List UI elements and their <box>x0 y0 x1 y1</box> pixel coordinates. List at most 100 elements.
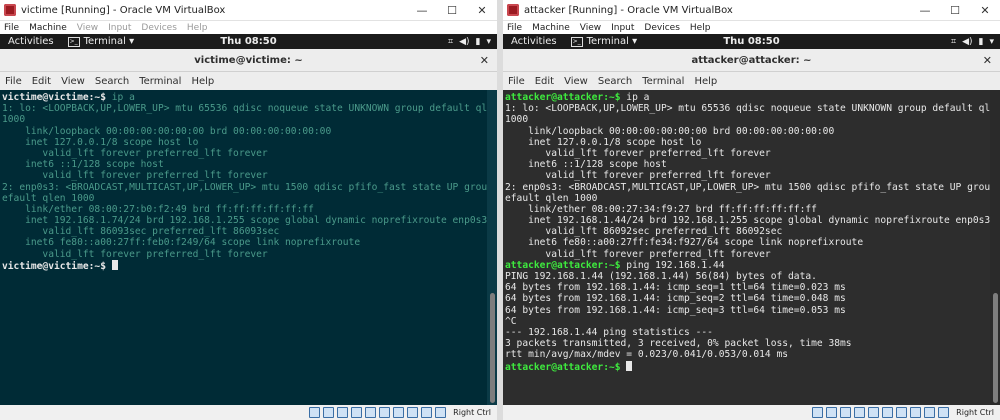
vm-menubar: File Machine View Input Devices Help <box>503 21 1000 34</box>
hdd-icon[interactable] <box>812 407 824 418</box>
term-menu-view[interactable]: View <box>61 76 85 87</box>
vm-menu-help[interactable]: Help <box>690 23 711 33</box>
term-menu-view[interactable]: View <box>564 76 588 87</box>
terminal-line: link/ether 08:00:27:34:f9:27 brd ff:ff:f… <box>505 204 988 215</box>
system-tray[interactable]: ⌗ ◀) ▮ ▾ <box>448 37 491 47</box>
window-titlebar[interactable]: attacker [Running] - Oracle VM VirtualBo… <box>503 0 1000 21</box>
vm-menu-file[interactable]: File <box>507 23 522 33</box>
close-icon[interactable]: ✕ <box>467 4 497 17</box>
terminal-text: 2: enp0s3: <BROADCAST,MULTICAST,UP,LOWER… <box>2 181 487 193</box>
display-icon[interactable] <box>393 407 405 418</box>
terminal-text: valid_lft forever preferred_lft forever <box>2 170 268 182</box>
terminal-line: PING 192.168.1.44 (192.168.1.44) 56(84) … <box>505 271 988 282</box>
terminal-text: ^C <box>505 315 517 327</box>
term-menu-file[interactable]: File <box>508 76 525 87</box>
terminal-text: valid_lft forever preferred_lft forever <box>505 248 771 260</box>
terminal-text: inet 192.168.1.44/24 brd 192.168.1.255 s… <box>505 215 990 227</box>
term-menu-help[interactable]: Help <box>191 76 214 87</box>
terminal-output[interactable]: victime@victime:~$ ip a 1: lo: <LOOPBACK,… <box>0 90 487 405</box>
volume-icon: ◀) <box>962 36 973 47</box>
shared-folders-icon[interactable] <box>379 407 391 418</box>
network-adapter-icon[interactable] <box>351 407 363 418</box>
term-menu-terminal[interactable]: Terminal <box>139 76 181 87</box>
shared-folders-icon[interactable] <box>882 407 894 418</box>
cpu-icon[interactable] <box>924 407 936 418</box>
close-icon[interactable]: ✕ <box>480 54 489 67</box>
display-icon[interactable] <box>896 407 908 418</box>
vm-menu-machine[interactable]: Machine <box>532 23 570 33</box>
close-icon[interactable]: ✕ <box>970 4 1000 17</box>
vm-menu-input[interactable]: Input <box>611 23 634 33</box>
battery-icon: ▮ <box>475 36 481 47</box>
term-menu-edit[interactable]: Edit <box>535 76 554 87</box>
host-key-label: Right Ctrl <box>956 408 994 417</box>
terminal-titlebar[interactable]: attacker@attacker: ~ ✕ <box>503 49 1000 72</box>
activities-button[interactable]: Activities <box>511 36 557 47</box>
audio-icon[interactable] <box>840 407 852 418</box>
optical-drive-icon[interactable] <box>826 407 838 418</box>
vm-menubar: File Machine View Input Devices Help <box>0 21 497 34</box>
vm-menu-devices[interactable]: Devices <box>644 23 679 33</box>
terminal-text: inet6 ::1/128 scope host <box>2 159 164 171</box>
minimize-icon[interactable]: — <box>910 4 940 17</box>
terminal-text: 2: enp0s3: <BROADCAST,MULTICAST,UP,LOWER… <box>505 181 990 193</box>
vm-menu-view[interactable]: View <box>77 23 98 33</box>
terminal-text: link/ether 08:00:27:34:f9:27 brd ff:ff:f… <box>505 203 817 215</box>
vm-menu-view[interactable]: View <box>580 23 601 33</box>
term-menu-search[interactable]: Search <box>598 76 632 87</box>
close-icon[interactable]: ✕ <box>983 54 992 67</box>
term-menu-file[interactable]: File <box>5 76 22 87</box>
usb-icon[interactable] <box>868 407 880 418</box>
system-tray[interactable]: ⌗ ◀) ▮ ▾ <box>951 37 994 47</box>
terminal-line: link/ether 08:00:27:b0:f2:49 brd ff:ff:f… <box>2 204 485 215</box>
gnome-top-bar: Activities >_ Terminal ▾ Thu 08:50 ⌗ ◀) … <box>0 34 497 49</box>
window-titlebar[interactable]: victime [Running] - Oracle VM VirtualBox… <box>0 0 497 21</box>
scrollbar-thumb[interactable] <box>993 293 998 403</box>
vm-menu-devices[interactable]: Devices <box>141 23 176 33</box>
terminal-text: valid_lft forever preferred_lft forever <box>505 147 771 159</box>
terminal-line: inet 127.0.0.1/8 scope host lo <box>505 137 988 148</box>
minimize-icon[interactable]: — <box>407 4 437 17</box>
scrollbar[interactable] <box>990 90 1000 405</box>
clock[interactable]: Thu 08:50 <box>220 36 276 47</box>
terminal-text: valid_lft 86092sec preferred_lft 86092se… <box>505 226 783 238</box>
terminal-titlebar[interactable]: victime@victime: ~ ✕ <box>0 49 497 72</box>
term-menu-terminal[interactable]: Terminal <box>642 76 684 87</box>
term-menu-help[interactable]: Help <box>694 76 717 87</box>
vm-menu-machine[interactable]: Machine <box>29 23 67 33</box>
term-menu-search[interactable]: Search <box>95 76 129 87</box>
terminal-app-menu[interactable]: >_ Terminal ▾ <box>67 36 134 47</box>
terminal-output[interactable]: attacker@attacker:~$ ip a 1: lo: <LOOPBAC… <box>503 90 990 405</box>
cpu-icon[interactable] <box>421 407 433 418</box>
terminal-app-menu[interactable]: >_ Terminal ▾ <box>570 36 637 47</box>
terminal-text: PING 192.168.1.44 (192.168.1.44) 56(84) … <box>505 271 817 282</box>
maximize-icon[interactable]: ☐ <box>940 4 970 17</box>
mouse-integration-icon[interactable] <box>938 407 950 418</box>
terminal-text: 1: lo: <LOOPBACK,UP,LOWER_UP> mtu 65536 … <box>2 103 487 115</box>
audio-icon[interactable] <box>337 407 349 418</box>
usb-icon[interactable] <box>365 407 377 418</box>
scrollbar[interactable] <box>487 90 497 405</box>
optical-drive-icon[interactable] <box>323 407 335 418</box>
scrollbar-thumb[interactable] <box>490 293 495 403</box>
terminal-line: attacker@attacker:~$ <box>505 360 988 373</box>
terminal-window: victime@victime: ~ ✕ File Edit View Sear… <box>0 49 497 405</box>
vm-menu-file[interactable]: File <box>4 23 19 33</box>
recording-icon[interactable] <box>407 407 419 418</box>
host-key-label: Right Ctrl <box>453 408 491 417</box>
terminal-line: 2: enp0s3: <BROADCAST,MULTICAST,UP,LOWER… <box>2 181 487 193</box>
mouse-integration-icon[interactable] <box>435 407 447 418</box>
network-adapter-icon[interactable] <box>854 407 866 418</box>
maximize-icon[interactable]: ☐ <box>437 4 467 17</box>
recording-icon[interactable] <box>910 407 922 418</box>
vm-menu-help[interactable]: Help <box>187 23 208 33</box>
gnome-top-bar: Activities >_ Terminal ▾ Thu 08:50 ⌗ ◀) … <box>503 34 1000 49</box>
vm-menu-input[interactable]: Input <box>108 23 131 33</box>
activities-button[interactable]: Activities <box>8 36 54 47</box>
hdd-icon[interactable] <box>309 407 321 418</box>
chevron-down-icon: ▾ <box>486 36 491 47</box>
terminal-line: inet6 fe80::a00:27ff:fe34:f927/64 scope … <box>505 237 988 248</box>
term-menu-edit[interactable]: Edit <box>32 76 51 87</box>
terminal-text: 3 packets transmitted, 3 received, 0% pa… <box>505 338 852 350</box>
clock[interactable]: Thu 08:50 <box>723 36 779 47</box>
